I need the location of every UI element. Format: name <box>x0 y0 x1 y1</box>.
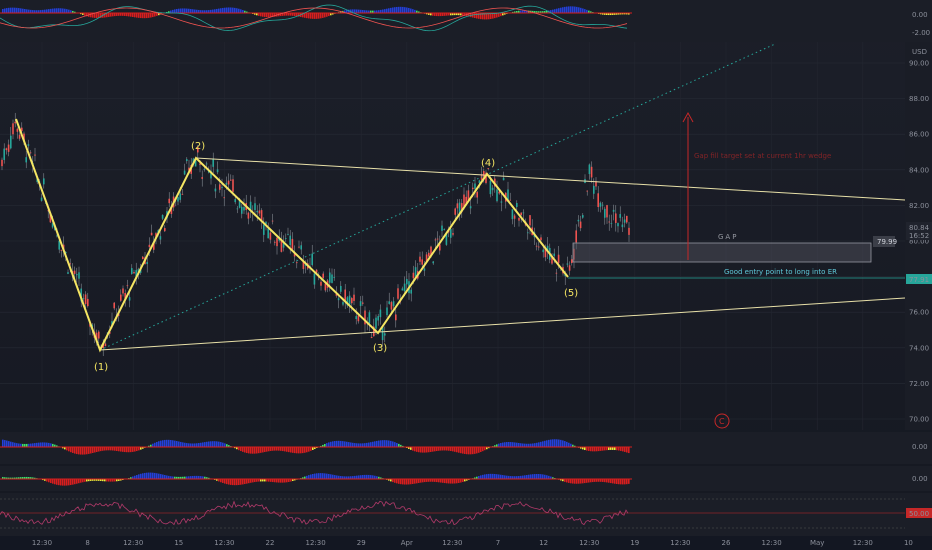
time-tick: 22 <box>266 539 275 547</box>
logo-letter: C <box>719 417 725 426</box>
wave-label-1: (1) <box>94 362 108 373</box>
rsi-value: 50.00 <box>909 510 929 518</box>
time-tick: 12:30 <box>214 539 234 547</box>
wave-label-5: (5) <box>564 288 578 299</box>
countdown-label: 16:52 <box>909 232 929 240</box>
entry-price-label: 77.91 <box>909 276 929 284</box>
time-tick: 12 <box>539 539 548 547</box>
gap-box[interactable] <box>572 242 872 263</box>
target-text: Gap fill target set at current 1hr wedge <box>694 152 831 160</box>
price-axis[interactable]: USD 90.0088.0086.0084.0082.0080.0078.007… <box>905 42 932 430</box>
macd-pane-1: 0.00 <box>0 432 932 464</box>
rsi-pane: 50.00 <box>0 493 932 536</box>
top-pane-tick-1: -2.00 <box>912 29 930 37</box>
time-tick: 8 <box>85 539 89 547</box>
wedge-lower-line <box>99 297 906 351</box>
price-tick: 84.00 <box>909 166 929 174</box>
elliott-wave-line <box>15 118 569 353</box>
time-tick: 7 <box>496 539 500 547</box>
time-tick: 12:30 <box>579 539 599 547</box>
wave-label-2: (2) <box>191 141 205 152</box>
gap-price-label: 79.99 <box>877 238 897 246</box>
time-tick: 26 <box>722 539 731 547</box>
time-tick: 12:30 <box>853 539 873 547</box>
time-tick: 12:30 <box>306 539 326 547</box>
time-axis[interactable]: 12:30 8 12:30 15 12:30 22 12:30 29 Apr 12:30 7 12 12… <box>0 536 932 550</box>
time-tick: 12:30 <box>32 539 52 547</box>
price-tick: 88.00 <box>909 95 929 103</box>
price-tick: 86.00 <box>909 131 929 139</box>
price-grid <box>0 42 909 430</box>
chart-window: 0.00 -2.00 (1) (2) (3) (4) (5) GAP 79.99… <box>0 0 932 550</box>
wave-label-4: (4) <box>481 158 495 169</box>
price-tick: 90.00 <box>909 60 929 68</box>
top-pane-tick-0: 0.00 <box>912 11 928 19</box>
time-tick: 12:30 <box>123 539 143 547</box>
price-tick: 70.00 <box>909 416 929 424</box>
time-tick: 12:30 <box>442 539 462 547</box>
wave-label-3: (3) <box>373 343 387 354</box>
time-tick: 29 <box>357 539 366 547</box>
price-chart[interactable]: 0.00 -2.00 (1) (2) (3) (4) (5) GAP 79.99… <box>0 0 932 550</box>
gap-label: GAP <box>718 233 738 241</box>
time-tick: 12:30 <box>670 539 690 547</box>
time-tick: Apr <box>401 539 413 547</box>
wedge-upper-line <box>195 157 906 201</box>
entry-text: Good entry point to long into ER <box>724 268 837 276</box>
time-tick: 12:30 <box>762 539 782 547</box>
macd2-tick: 0.00 <box>912 475 928 483</box>
time-tick: 19 <box>630 539 639 547</box>
time-tick: May <box>810 539 824 547</box>
currency-label: USD <box>912 48 927 56</box>
price-tick: 74.00 <box>909 344 929 352</box>
price-tick: 82.00 <box>909 202 929 210</box>
price-tick: 72.00 <box>909 380 929 388</box>
price-tick: 76.00 <box>909 309 929 317</box>
macd-pane-2: 0.00 <box>0 466 932 491</box>
time-tick: 10 <box>904 539 913 547</box>
macd1-tick: 0.00 <box>912 443 928 451</box>
time-tick: 15 <box>174 539 183 547</box>
channel-line <box>99 43 776 351</box>
top-oscillator-pane: 0.00 -2.00 <box>0 0 932 42</box>
last-price-label: 80.84 <box>909 224 930 232</box>
